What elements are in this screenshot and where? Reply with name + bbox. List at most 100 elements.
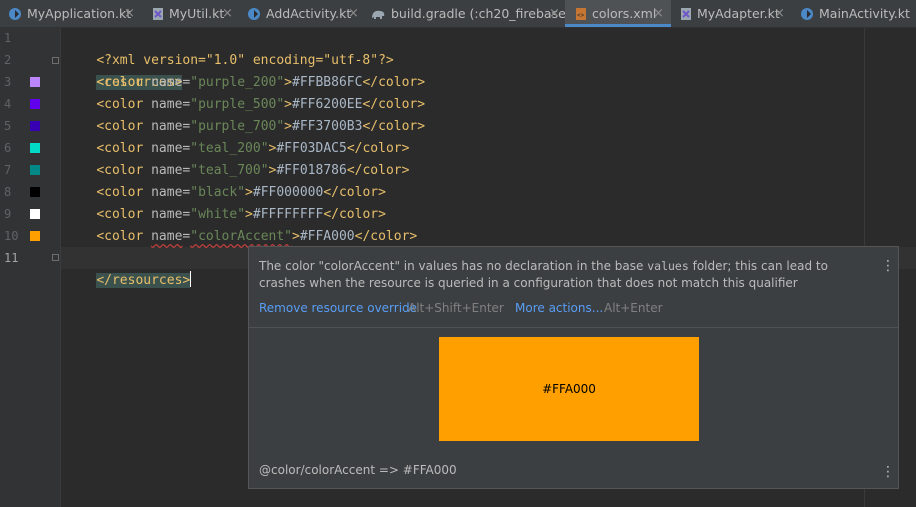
line-number-current: 11	[4, 251, 19, 265]
tag-end: >	[284, 119, 292, 134]
resource-resolution: @color/colorAccent => #FFA000	[259, 463, 457, 477]
resources-close-tag: </resources>	[96, 273, 191, 288]
shortcut-hint: Alt+Shift+Enter	[408, 301, 504, 315]
color-close-tag: </color>	[362, 97, 426, 112]
more-options-icon[interactable]: ⋮	[881, 259, 895, 273]
color-close-tag: </color>	[362, 119, 426, 134]
color-entry-line: <color name="purple_200">#FFBB86FC</colo…	[65, 72, 425, 94]
kotlin-class-icon	[801, 8, 813, 20]
xml-file-icon: <>	[576, 8, 586, 20]
tab-mainactivity-kt[interactable]: MainActivity.kt	[789, 0, 916, 27]
tag-end: >	[284, 97, 292, 112]
color-name-value: "colorAccent"	[190, 229, 292, 244]
color-swatch-icon[interactable]	[30, 99, 40, 109]
tab-myutil-kt[interactable]: MyUtil.kt ×	[142, 0, 243, 27]
close-icon[interactable]: ×	[549, 0, 560, 27]
color-entry-line: <color name="teal_200">#FF03DAC5</color>	[65, 138, 409, 160]
color-name-value: "white"	[190, 207, 246, 222]
tag-end: >	[292, 229, 300, 244]
color-name-value: "purple_500"	[190, 97, 285, 112]
editor-gutter: 1 2 3 4 5 6 7 8 9 10 11	[0, 28, 61, 507]
lint-warning-popup: The color "colorAccent" in values has no…	[248, 246, 899, 489]
svg-text:<>: <>	[577, 12, 585, 19]
tab-label: MyUtil.kt	[169, 6, 225, 21]
tab-build-gradle[interactable]: build.gradle (:ch20_firebase) ×	[363, 0, 571, 27]
color-value: #FF03DAC5	[276, 141, 347, 156]
line-number: 9	[4, 207, 12, 221]
code-line: <resources>	[65, 50, 183, 90]
line-number: 5	[4, 119, 12, 133]
color-swatch-icon[interactable]	[30, 121, 40, 131]
line-number: 4	[4, 97, 12, 111]
kotlin-file-icon	[681, 8, 691, 20]
color-entry-line: <color name="colorAccent">#FFA000</color…	[65, 226, 417, 248]
more-options-icon[interactable]: ⋮	[881, 465, 895, 479]
tab-label: MyApplication.kt	[27, 6, 132, 21]
color-entry-line: <color name="purple_500">#FF6200EE</colo…	[65, 94, 425, 116]
message-text: The color "colorAccent" in values has no…	[259, 259, 648, 273]
remove-resource-override-link[interactable]: Remove resource override	[259, 301, 417, 315]
color-swatch-icon[interactable]	[30, 165, 40, 175]
color-close-tag: </color>	[362, 75, 426, 90]
name-attribute: name	[151, 141, 183, 156]
more-actions-link[interactable]: More actions...	[515, 301, 603, 315]
close-icon[interactable]: ×	[222, 0, 233, 27]
color-open-tag: <color	[96, 97, 152, 112]
message-code: values	[647, 259, 689, 273]
tab-label: build.gradle (:ch20_firebase)	[391, 6, 571, 21]
fold-marker-icon[interactable]	[52, 254, 59, 261]
color-name-value: "black"	[190, 185, 246, 200]
color-entry-line: <color name="white">#FFFFFFFF</color>	[65, 204, 386, 226]
color-entry-line: <color name="black">#FF000000</color>	[65, 182, 386, 204]
color-value: #FFA000	[299, 229, 355, 244]
tab-label: colors.xml	[592, 6, 657, 21]
tab-label: MainActivity.kt	[819, 6, 910, 21]
tab-myapplication-kt[interactable]: MyApplication.kt ×	[0, 0, 142, 27]
color-close-tag: </color>	[346, 141, 410, 156]
color-open-tag: <color	[96, 163, 152, 178]
line-number: 8	[4, 185, 12, 199]
line-number: 3	[4, 75, 12, 89]
color-swatch-icon[interactable]	[30, 209, 40, 219]
shortcut-hint: Alt+Enter	[604, 301, 663, 315]
close-icon[interactable]: ×	[124, 0, 135, 27]
color-open-tag: <color	[96, 185, 152, 200]
tab-myadapter-kt[interactable]: MyAdapter.kt ×	[671, 0, 789, 27]
color-swatch-icon[interactable]	[30, 231, 40, 241]
tab-colors-xml[interactable]: <> colors.xml ×	[565, 0, 671, 27]
tab-label: MyAdapter.kt	[697, 6, 780, 21]
color-preview-label: #FFA000	[542, 382, 596, 396]
color-close-tag: </color>	[346, 163, 410, 178]
color-name-value: "purple_700"	[190, 119, 285, 134]
color-name-value: "teal_700"	[190, 163, 269, 178]
color-value: #FFFFFFFF	[252, 207, 324, 222]
color-swatch-icon[interactable]	[30, 187, 40, 197]
line-number: 6	[4, 141, 12, 155]
fold-marker-icon[interactable]	[52, 57, 59, 64]
kotlin-file-icon	[153, 8, 163, 20]
name-attribute: name	[151, 185, 183, 200]
name-attribute: name	[151, 119, 183, 134]
color-swatch-icon[interactable]	[30, 77, 40, 87]
divider	[249, 327, 898, 328]
name-attribute: name	[151, 163, 183, 178]
line-number: 10	[4, 229, 19, 243]
line-number: 2	[4, 53, 12, 67]
tab-addactivity-kt[interactable]: AddActivity.kt ×	[243, 0, 363, 27]
color-open-tag: <color	[96, 119, 152, 134]
color-entry-line: <color name="teal_700">#FF018786</color>	[65, 160, 409, 182]
color-swatch-icon[interactable]	[30, 143, 40, 153]
tag-end: >	[245, 185, 253, 200]
close-icon[interactable]: ×	[774, 0, 785, 27]
close-icon[interactable]: ×	[653, 0, 664, 27]
color-name-value: "purple_200"	[190, 75, 285, 90]
color-close-tag: </color>	[323, 185, 386, 200]
tab-label: AddActivity.kt	[266, 6, 352, 21]
close-icon[interactable]: ×	[348, 0, 359, 27]
